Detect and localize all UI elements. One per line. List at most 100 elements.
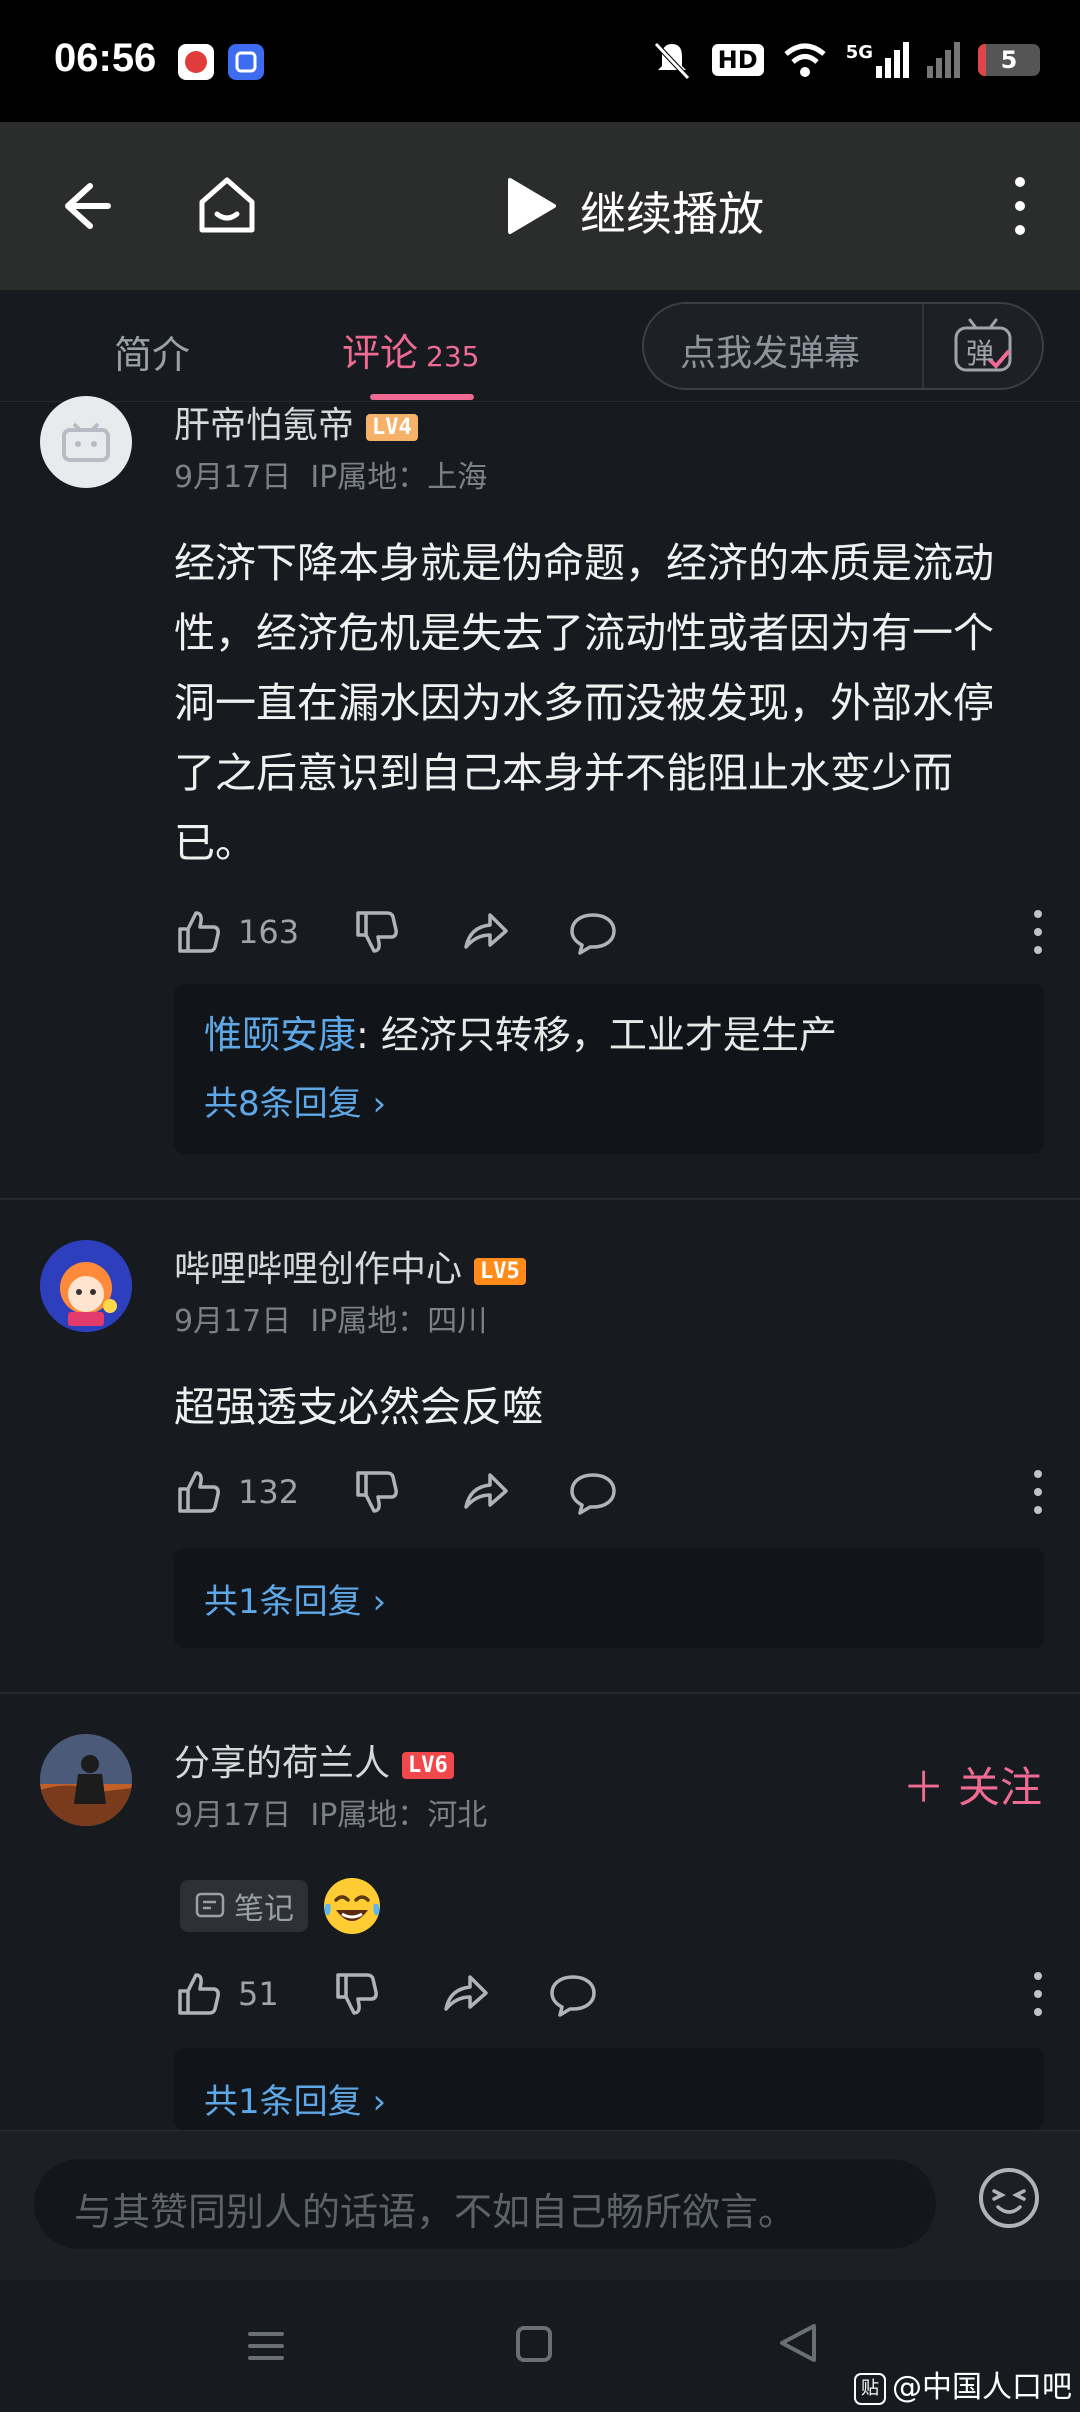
- play-icon[interactable]: [500, 174, 560, 238]
- comment-actions: 132: [174, 1462, 1054, 1522]
- reply-author[interactable]: 惟颐安康: [204, 1013, 356, 1057]
- hd-icon: HD: [711, 44, 764, 76]
- status-time: 06:56: [54, 36, 157, 80]
- level-badge: LV4: [366, 413, 418, 441]
- comment-input-placeholder: 与其赞同别人的话语，不如自己畅所欲言。: [74, 2190, 797, 2234]
- avatar[interactable]: [40, 1240, 132, 1332]
- comment-more-icon[interactable]: [1028, 1970, 1048, 2018]
- thumbs-up-icon: [178, 1973, 220, 2015]
- comment-bubble-icon: [550, 1975, 596, 2017]
- notification-app-icon-2: [228, 44, 264, 80]
- thumbs-down-icon: [356, 1471, 398, 1513]
- username[interactable]: 哔哩哔哩创作中心 LV5: [174, 1240, 526, 1292]
- watermark: 贴 @中国人口吧: [854, 2362, 1072, 2406]
- more-vertical-icon[interactable]: [1000, 172, 1040, 240]
- danmu-divider: [922, 304, 924, 388]
- signal-weak-icon: [927, 42, 960, 78]
- note-tag-label: 笔记: [234, 1892, 294, 1927]
- reply-preview-box[interactable]: 惟颐安康: 经济只转移，工业才是生产 共8条回复 ›: [174, 984, 1044, 1154]
- signal-5g-icon: 5G: [846, 42, 909, 78]
- note-tag[interactable]: 笔记: [180, 1880, 308, 1932]
- comment-more-icon[interactable]: [1028, 1468, 1048, 1516]
- watermark-text: @中国人口吧: [892, 2370, 1072, 2405]
- comment-bubble-icon: [570, 913, 616, 955]
- laughing-tears-emoji-icon: [324, 1878, 380, 1934]
- watermark-badge: 贴: [854, 2372, 886, 2405]
- avatar[interactable]: [40, 396, 132, 488]
- dislike-button[interactable]: [352, 1462, 402, 1522]
- mute-bell-icon: [653, 42, 690, 80]
- view-replies-link[interactable]: 共1条回复 ›: [204, 2074, 386, 2123]
- home-square-icon[interactable]: [514, 2324, 554, 2364]
- battery-icon: 5: [978, 44, 1040, 76]
- like-button[interactable]: 163: [174, 902, 299, 962]
- reply-preview-box[interactable]: 共1条回复 ›: [174, 2048, 1044, 2130]
- avatar[interactable]: [40, 1734, 132, 1826]
- view-replies-link[interactable]: 共1条回复 ›: [204, 1574, 386, 1623]
- tab-comments-label: 评论: [342, 331, 419, 375]
- comment-divider: [0, 1692, 1080, 1694]
- home-icon[interactable]: [192, 170, 262, 240]
- share-button[interactable]: [460, 902, 510, 962]
- danmu-input-button[interactable]: 点我发弹幕 弹: [642, 302, 1044, 390]
- username[interactable]: 肝帝怕氪帝 LV4: [174, 396, 418, 448]
- comment-input-bar: 与其赞同别人的话语，不如自己畅所欲言。: [0, 2130, 1080, 2280]
- recent-apps-icon[interactable]: [244, 2324, 288, 2368]
- reply-button[interactable]: [568, 902, 618, 962]
- thumbs-up-icon: [178, 911, 220, 953]
- level-badge: LV5: [474, 1257, 526, 1285]
- dislike-button[interactable]: [332, 1964, 382, 2024]
- reply-preview-box[interactable]: 共1条回复 ›: [174, 1548, 1044, 1648]
- username[interactable]: 分享的荷兰人 LV6: [174, 1734, 454, 1786]
- danmu-icon-char: 弹: [966, 337, 995, 370]
- tab-intro[interactable]: 简介: [114, 324, 190, 379]
- comment-date: 9月17日: [174, 1304, 292, 1339]
- level-badge: LV6: [402, 1751, 454, 1779]
- thumbs-up-icon: [178, 1471, 220, 1513]
- continue-play-button[interactable]: 继续播放: [580, 178, 764, 244]
- share-icon: [464, 913, 508, 949]
- comment-date: 9月17日: [174, 460, 292, 495]
- comment-actions: 51: [174, 1964, 1054, 2024]
- follow-button[interactable]: ＋ 关注: [903, 1754, 1042, 1815]
- comment-ip: IP属地：上海: [310, 460, 488, 495]
- share-button[interactable]: [460, 1462, 510, 1522]
- back-triangle-icon[interactable]: [776, 2320, 820, 2366]
- comment-divider: [0, 1198, 1080, 1200]
- username-text: 分享的荷兰人: [174, 1743, 391, 1784]
- thumbs-down-icon: [356, 911, 398, 953]
- comment-input[interactable]: 与其赞同别人的话语，不如自己畅所欲言。: [34, 2159, 936, 2249]
- comment-ip: IP属地：河北: [310, 1798, 488, 1833]
- danmu-toggle-icon[interactable]: 弹: [950, 316, 1016, 376]
- back-arrow-icon[interactable]: [54, 174, 118, 238]
- comment-date: 9月17日: [174, 1798, 292, 1833]
- comment-content: 超强透支必然会反噬: [174, 1383, 543, 1431]
- system-nav-bar: 贴 @中国人口吧: [0, 2280, 1080, 2412]
- comment-content: 经济下降本身就是伪命题，经济的本质是流动性，经济危机是失去了流动性或者因为有一个…: [174, 539, 994, 867]
- reply-button[interactable]: [568, 1462, 618, 1522]
- comment-more-icon[interactable]: [1028, 908, 1048, 956]
- comment-meta: 9月17日 IP属地：河北: [174, 1790, 487, 1834]
- username-text: 肝帝怕氪帝: [174, 405, 355, 446]
- notification-app-icon: [178, 44, 214, 80]
- view-replies-link[interactable]: 共8条回复 ›: [204, 1076, 386, 1125]
- share-icon: [464, 1473, 508, 1509]
- comment-ip: IP属地：四川: [310, 1304, 488, 1339]
- emoji-picker-icon[interactable]: [976, 2165, 1042, 2231]
- share-icon: [444, 1975, 488, 2011]
- like-count: 163: [238, 913, 300, 951]
- share-button[interactable]: [440, 1964, 490, 2024]
- reply-preview: 惟颐安康: 经济只转移，工业才是生产: [204, 1004, 837, 1059]
- comment-actions: 163: [174, 902, 1054, 962]
- status-bar: 06:56 HD 5G 5: [0, 0, 1080, 122]
- wifi-icon: [784, 43, 826, 77]
- like-count: 132: [238, 1473, 300, 1511]
- comment-meta: 9月17日 IP属地：四川: [174, 1296, 487, 1340]
- reply-button[interactable]: [548, 1964, 598, 2024]
- like-button[interactable]: 132: [174, 1462, 299, 1522]
- top-nav-bar: 继续播放: [0, 122, 1080, 290]
- like-button[interactable]: 51: [174, 1964, 279, 2024]
- like-count: 51: [238, 1975, 279, 2013]
- tab-comments[interactable]: 评论 235: [342, 322, 479, 377]
- dislike-button[interactable]: [352, 902, 402, 962]
